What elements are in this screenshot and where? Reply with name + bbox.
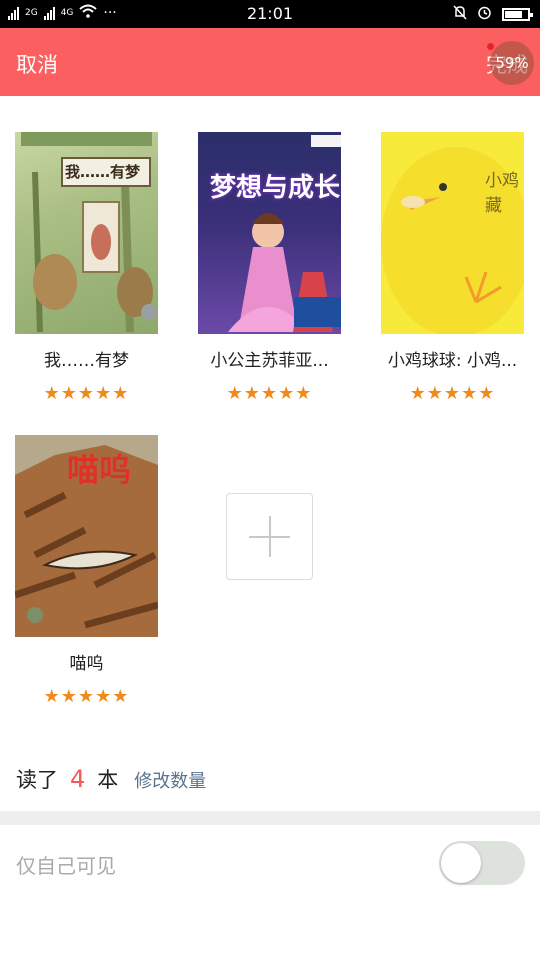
star-rating: ★★★★★ [43, 686, 130, 707]
read-count-row: 读了 4 本 修改数量 [16, 764, 206, 794]
book-cover[interactable]: 喵呜 [15, 435, 158, 637]
status-right [453, 5, 533, 24]
section-divider [0, 811, 540, 825]
toggle-knob[interactable] [441, 843, 481, 883]
privacy-label: 仅自己可见 [16, 854, 116, 878]
read-count-prefix: 读了 [16, 768, 58, 792]
book-cover[interactable]: 我……有梦 [15, 132, 158, 334]
book-title: 小鸡球球: 小鸡... [387, 351, 518, 371]
star-rating: ★★★★★ [226, 383, 313, 404]
alarm-icon [477, 5, 492, 24]
floating-progress-badge[interactable]: 59% [490, 41, 534, 85]
cover-title: 小鸡藏 [485, 171, 519, 216]
battery-icon [502, 8, 533, 21]
star-rating: ★★★★★ [43, 383, 130, 404]
cover-illustration [381, 147, 524, 334]
book-item[interactable]: 梦想与成长 小公主苏菲亚... ★★★★★ [198, 132, 341, 404]
cancel-button[interactable]: 取消 [16, 49, 58, 79]
top-bar: 取消 完成 59% [0, 28, 540, 96]
book-item[interactable]: 我……有梦 我……有梦 ★★★★★ [15, 132, 158, 404]
cover-title: 喵呜 [67, 451, 132, 489]
cover-title: 梦想与成长 [210, 173, 341, 203]
book-item[interactable]: 喵呜 喵呜 ★★★★★ [15, 435, 158, 707]
bell-off-icon [453, 5, 467, 24]
read-count-unit: 本 [97, 768, 119, 792]
book-cover[interactable]: 小鸡藏 [381, 132, 524, 334]
privacy-toggle[interactable] [439, 841, 525, 885]
book-cover[interactable]: 梦想与成长 [198, 132, 341, 334]
read-count-number: 4 [70, 765, 86, 793]
book-title: 小公主苏菲亚... [210, 351, 329, 371]
star-rating: ★★★★★ [409, 383, 496, 404]
book-title: 我……有梦 [44, 351, 129, 371]
book-title: 喵呜 [69, 654, 104, 674]
book-item[interactable]: 小鸡藏 小鸡球球: 小鸡... ★★★★★ [381, 132, 524, 404]
notification-dot [487, 43, 494, 50]
edit-count-link[interactable]: 修改数量 [134, 767, 206, 793]
add-book-button[interactable] [226, 493, 313, 580]
cover-illustration [228, 135, 341, 332]
status-bar: 2G 4G ··· 21:01 [0, 0, 540, 28]
cover-title: 我……有梦 [65, 163, 141, 181]
